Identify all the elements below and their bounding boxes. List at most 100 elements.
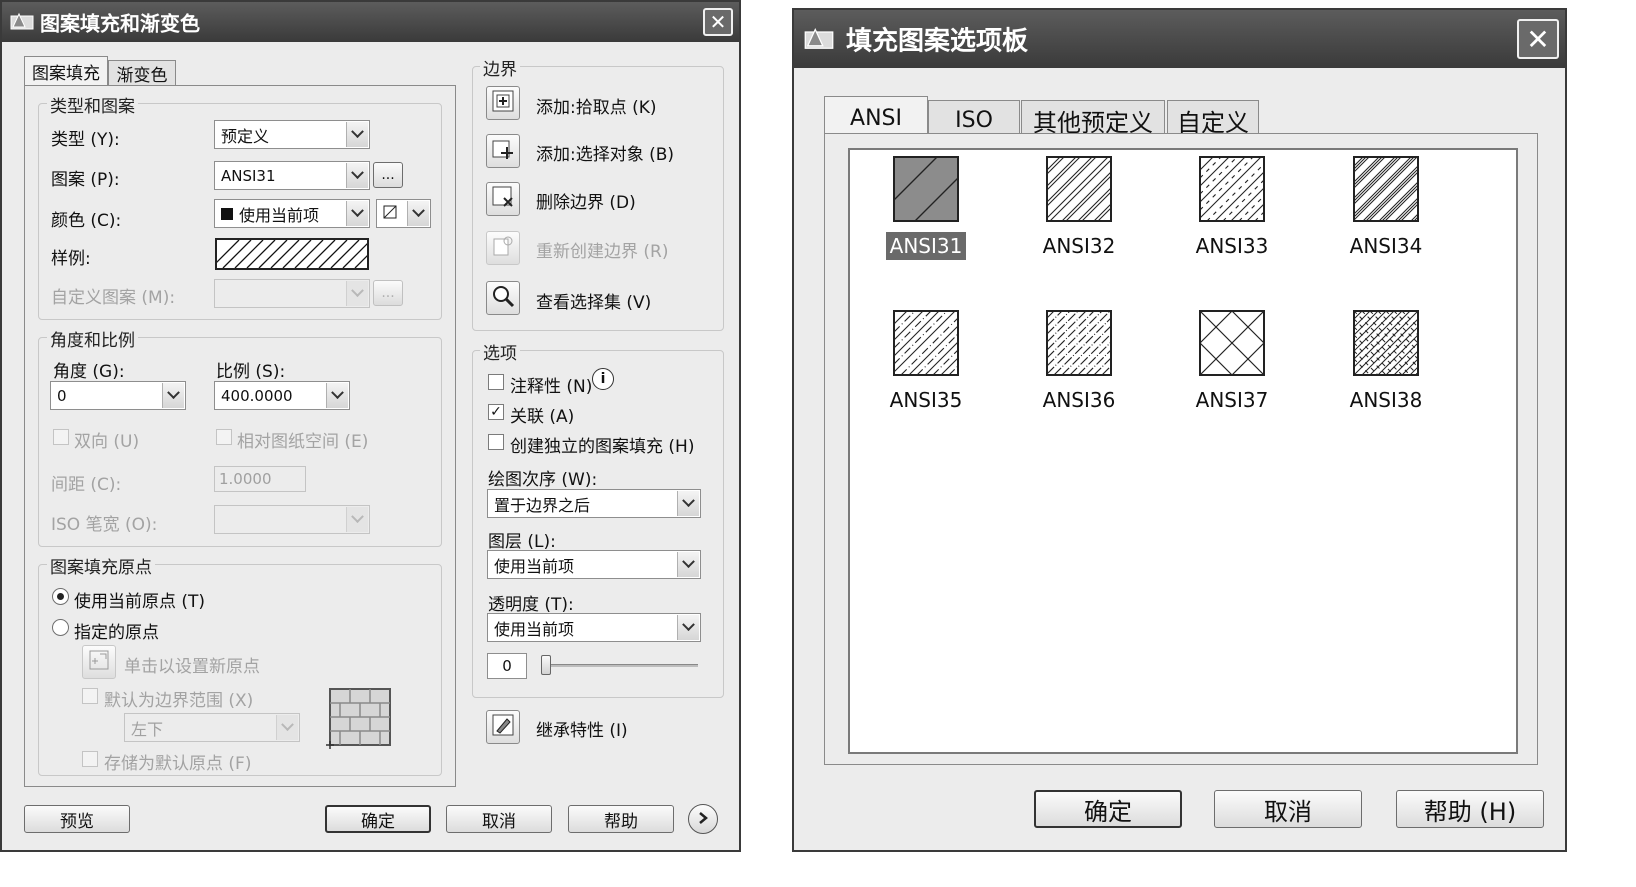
background-color-select[interactable] — [376, 199, 431, 228]
chevron-down-icon — [346, 122, 368, 147]
pattern-select-value: ANSI31 — [221, 166, 276, 185]
layer-select[interactable]: 使用当前项 — [487, 550, 701, 579]
default-extent-checkbox[interactable] — [82, 688, 98, 704]
pick-point-icon — [491, 89, 515, 117]
add-pick-points-label: 添加:拾取点 (K) — [536, 98, 657, 118]
angle-select[interactable]: 0 — [50, 381, 186, 410]
transparency-select[interactable]: 使用当前项 — [487, 613, 701, 642]
info-icon[interactable]: i — [592, 368, 614, 390]
hatch-palette-dialog: 填充图案选项板 ✕ ANSI ISO 其他预定义 自定义 ANSI31 ANSI… — [792, 8, 1567, 852]
ansi31-swatch-icon — [893, 156, 959, 222]
pattern-ansi36-label: ANSI36 — [1042, 388, 1116, 412]
double-checkbox[interactable] — [53, 429, 69, 445]
iso-pen-select[interactable] — [214, 505, 370, 534]
custom-pattern-select[interactable] — [214, 279, 370, 308]
hatch-dialog-titlebar: 图案填充和渐变色 ✕ — [2, 2, 739, 42]
close-icon: ✕ — [1526, 22, 1550, 56]
spacing-label: 间距 (C): — [51, 475, 122, 495]
recreate-boundary-button[interactable] — [486, 231, 520, 265]
spacing-input[interactable]: 1.0000 — [214, 466, 306, 492]
view-selections-label: 查看选择集 (V) — [536, 293, 652, 313]
scale-label: 比例 (S): — [216, 362, 286, 382]
custom-pattern-browse-button[interactable]: ... — [373, 280, 403, 306]
transparency-slider-track[interactable] — [542, 664, 698, 667]
specify-origin-radio[interactable] — [52, 619, 69, 636]
palette-titlebar: 填充图案选项板 ✕ — [794, 10, 1565, 68]
view-selections-button[interactable] — [486, 281, 520, 315]
pattern-ansi38[interactable]: ANSI38 — [1326, 310, 1446, 414]
separate-hatches-checkbox[interactable] — [488, 434, 504, 450]
pattern-ansi31[interactable]: ANSI31 — [866, 156, 986, 260]
pattern-ansi32[interactable]: ANSI32 — [1019, 156, 1139, 260]
pattern-ansi34-label: ANSI34 — [1349, 234, 1423, 258]
extent-position-select[interactable]: 左下 — [124, 713, 300, 742]
radio-selected-dot — [57, 593, 64, 600]
store-default-origin-checkbox[interactable] — [82, 751, 98, 767]
inherit-properties-button[interactable] — [486, 710, 520, 744]
pattern-ansi33[interactable]: ANSI33 — [1172, 156, 1292, 260]
transparency-slider-thumb[interactable] — [541, 655, 551, 675]
transparency-amount-value: 0 — [502, 657, 512, 675]
app-icon — [804, 24, 834, 54]
pattern-ansi36[interactable]: ANSI36 — [1019, 310, 1139, 414]
hatch-cancel-button[interactable]: 取消 — [446, 805, 552, 833]
pattern-ansi37-label: ANSI37 — [1195, 388, 1269, 412]
pattern-ansi33-label: ANSI33 — [1195, 234, 1269, 258]
custom-pattern-label: 自定义图案 (M): — [51, 288, 176, 308]
set-origin-button[interactable] — [82, 645, 116, 679]
use-current-origin-radio[interactable] — [52, 588, 69, 605]
pattern-select[interactable]: ANSI31 — [214, 161, 370, 190]
ansi38-swatch-icon — [1353, 310, 1419, 376]
set-origin-icon — [88, 649, 110, 675]
ansi34-swatch-icon — [1353, 156, 1419, 222]
boundary-group-title: 边界 — [480, 55, 520, 80]
transparency-amount-input[interactable]: 0 — [487, 653, 527, 679]
chevron-right-icon — [696, 810, 710, 829]
relative-paper-label: 相对图纸空间 (E) — [237, 432, 369, 452]
swatch-label: 样例: — [51, 249, 91, 269]
recreate-boundary-label: 重新创建边界 (R) — [536, 242, 669, 262]
pattern-ansi34[interactable]: ANSI34 — [1326, 156, 1446, 260]
palette-close-button[interactable]: ✕ — [1517, 19, 1559, 59]
chevron-down-icon — [326, 383, 348, 408]
pattern-ansi32-label: ANSI32 — [1042, 234, 1116, 258]
magnifier-icon — [491, 284, 515, 312]
hatch-ok-button[interactable]: 确定 — [325, 805, 431, 833]
ansi33-swatch-icon — [1199, 156, 1265, 222]
draw-order-label: 绘图次序 (W): — [488, 470, 598, 490]
pattern-ansi35[interactable]: ANSI35 — [866, 310, 986, 414]
use-current-origin-label: 使用当前原点 (T) — [74, 592, 206, 612]
chevron-down-icon — [346, 507, 368, 532]
associative-checkbox[interactable]: ✓ — [488, 404, 504, 420]
tab-hatch[interactable]: 图案填充 — [24, 56, 108, 86]
palette-cancel-button[interactable]: 取消 — [1214, 790, 1362, 828]
color-label: 颜色 (C): — [51, 211, 122, 231]
pattern-ansi37[interactable]: ANSI37 — [1172, 310, 1292, 414]
scale-select[interactable]: 400.0000 — [214, 381, 350, 410]
remove-boundaries-button[interactable] — [486, 182, 520, 216]
add-select-objects-button[interactable] — [486, 134, 520, 168]
palette-ok-button[interactable]: 确定 — [1034, 790, 1182, 828]
no-fill-icon — [383, 204, 397, 223]
more-options-button[interactable] — [688, 804, 718, 834]
hatch-help-button[interactable]: 帮助 — [568, 805, 674, 833]
pattern-browse-label: ... — [381, 167, 395, 183]
iso-pen-label: ISO 笔宽 (O): — [51, 515, 158, 535]
type-label: 类型 (Y): — [51, 130, 120, 150]
add-pick-points-button[interactable] — [486, 86, 520, 120]
draw-order-select[interactable]: 置于边界之后 — [487, 489, 701, 518]
pattern-ansi31-label: ANSI31 — [885, 232, 967, 260]
ansi36-swatch-icon — [1046, 310, 1112, 376]
type-select[interactable]: 预定义 — [214, 120, 370, 149]
pattern-swatch-preview[interactable] — [215, 238, 369, 270]
palette-help-button[interactable]: 帮助 (H) — [1396, 790, 1544, 828]
tab-gradient[interactable]: 渐变色 — [108, 60, 176, 86]
pattern-browse-button[interactable]: ... — [373, 162, 403, 188]
palette-cancel-label: 取消 — [1264, 797, 1312, 826]
relative-paper-checkbox[interactable] — [216, 429, 232, 445]
annotative-checkbox[interactable] — [488, 374, 504, 390]
preview-button[interactable]: 预览 — [24, 805, 130, 833]
hatch-dialog-close-button[interactable]: ✕ — [703, 8, 733, 36]
chevron-down-icon — [162, 383, 184, 408]
color-select[interactable]: 使用当前项 — [214, 199, 370, 228]
